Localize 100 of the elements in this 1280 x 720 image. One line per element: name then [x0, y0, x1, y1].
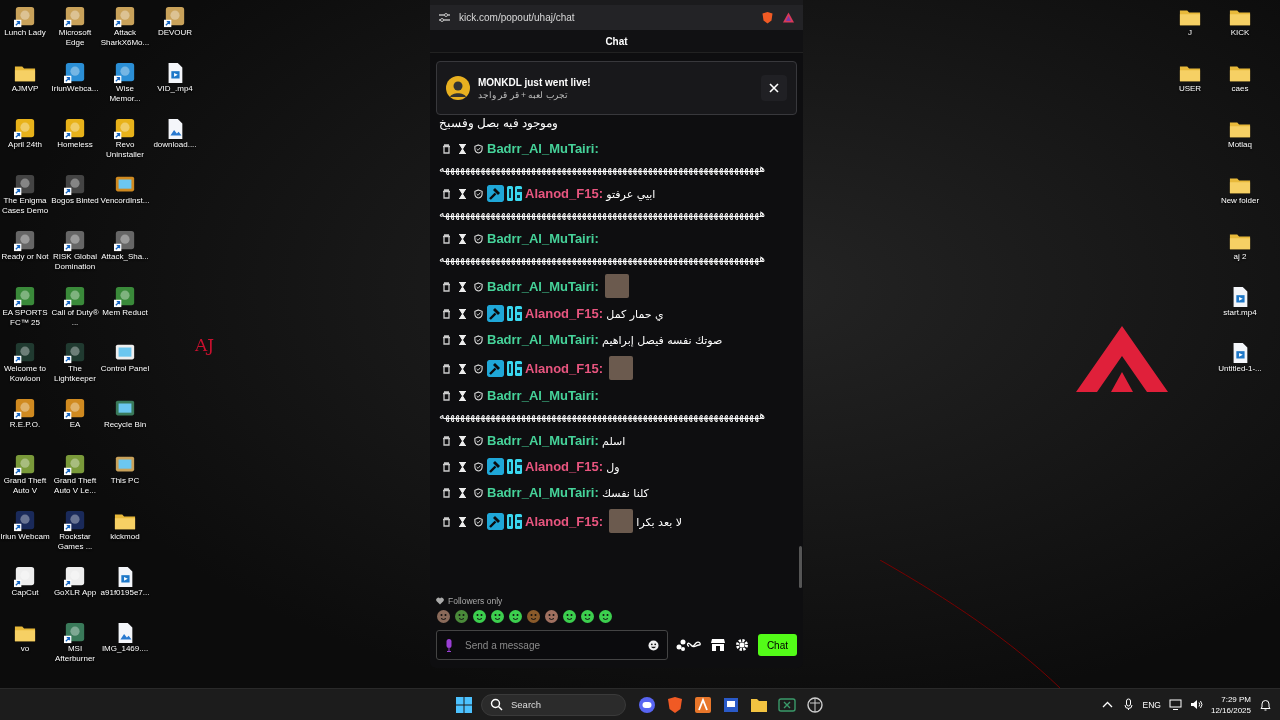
shield-icon[interactable] — [474, 462, 483, 472]
trash-icon[interactable] — [442, 462, 451, 472]
shield-icon[interactable] — [474, 144, 483, 154]
trash-icon[interactable] — [442, 436, 451, 446]
username-link[interactable]: Badrr_Al_MuTairi: — [487, 433, 599, 448]
desktop-icon-label[interactable]: start.mp4 — [1215, 308, 1265, 318]
emote-icon[interactable] — [490, 609, 505, 624]
shield-icon[interactable] — [474, 391, 483, 401]
shield-icon[interactable] — [474, 309, 483, 319]
desktop-icon-label[interactable]: Untitled-1-... — [1215, 364, 1265, 374]
hourglass-icon[interactable] — [458, 144, 467, 154]
hourglass-icon[interactable] — [458, 462, 467, 472]
desktop-icon-label[interactable]: This PC — [100, 476, 150, 486]
desktop-icon-label[interactable]: Bogos Binted — [50, 196, 100, 206]
desktop-icon-label[interactable]: J — [1165, 28, 1215, 38]
points-icon[interactable] — [675, 638, 702, 652]
trash-icon[interactable] — [442, 234, 451, 244]
desktop-icon-label[interactable]: aj 2 — [1215, 252, 1265, 262]
emote-icon[interactable] — [544, 609, 559, 624]
shield-icon[interactable] — [474, 234, 483, 244]
desktop-icon-label[interactable]: Iriun Webcam — [0, 532, 50, 542]
hourglass-icon[interactable] — [458, 335, 467, 345]
shield-icon[interactable] — [474, 282, 483, 292]
desktop-icon-label[interactable]: vo — [0, 644, 50, 654]
desktop-icon-label[interactable]: The Lightkeeper — [50, 364, 100, 384]
trash-icon[interactable] — [442, 364, 451, 374]
chat-send-button[interactable]: Chat — [757, 634, 797, 656]
username-link[interactable]: Alanod_F15: — [525, 514, 603, 529]
username-link[interactable]: Badrr_Al_MuTairi: — [487, 485, 599, 500]
shield-icon[interactable] — [474, 364, 483, 374]
message-input[interactable]: Send a message — [463, 638, 638, 652]
trash-icon[interactable] — [442, 189, 451, 199]
trash-icon[interactable] — [442, 144, 451, 154]
emote-icon[interactable] — [562, 609, 577, 624]
username-link[interactable]: Alanod_F15: — [525, 459, 603, 474]
hourglass-icon[interactable] — [458, 436, 467, 446]
hourglass-icon[interactable] — [458, 391, 467, 401]
monitor-icon[interactable] — [1168, 698, 1182, 711]
hourglass-icon[interactable] — [458, 189, 467, 199]
hourglass-icon[interactable] — [458, 517, 467, 527]
desktop-icon-label[interactable]: Welcome to Kowloon — [0, 364, 50, 384]
hourglass-icon[interactable] — [458, 282, 467, 292]
desktop-icon-label[interactable]: Wise Memor... — [100, 84, 150, 104]
trash-icon[interactable] — [442, 391, 451, 401]
username-link[interactable]: Badrr_Al_MuTairi: — [487, 231, 599, 246]
desktop-icon-label[interactable]: download.... — [150, 140, 200, 150]
username-link[interactable]: Badrr_Al_MuTairi: — [487, 332, 599, 347]
username-link[interactable]: Alanod_F15: — [525, 186, 603, 201]
desktop-icon-label[interactable]: Control Panel — [100, 364, 150, 374]
desktop-icon-label[interactable]: KICK — [1215, 28, 1265, 38]
desktop-icon-label[interactable]: a91f0195e7... — [100, 588, 150, 598]
speaker-icon[interactable] — [1189, 698, 1203, 711]
desktop-icon-label[interactable]: Recycle Bin — [100, 420, 150, 430]
shield-icon[interactable] — [474, 436, 483, 446]
desktop-icon-label[interactable]: New folder — [1215, 196, 1265, 206]
desktop-icon-label[interactable]: Attack SharkX6Mo... — [100, 28, 150, 48]
desktop-icon-label[interactable]: IMG_1469.... — [100, 644, 150, 654]
desktop-icon-label[interactable]: Ready or Not — [0, 252, 50, 262]
username-link[interactable]: Badrr_Al_MuTairi: — [487, 388, 599, 403]
desktop-icon-label[interactable]: GoXLR App — [50, 588, 100, 598]
desktop-icon-label[interactable]: USER — [1165, 84, 1215, 94]
hourglass-icon[interactable] — [458, 488, 467, 498]
desktop-icon-label[interactable]: IriunWebca... — [50, 84, 100, 94]
trash-icon[interactable] — [442, 517, 451, 527]
emote-icon[interactable] — [580, 609, 595, 624]
close-button[interactable] — [761, 75, 787, 101]
desktop-icon-label[interactable]: DEVOUR — [150, 28, 200, 38]
site-settings-icon[interactable] — [438, 11, 451, 24]
shield-icon[interactable] — [474, 335, 483, 345]
desktop-icon-label[interactable]: April 24th — [0, 140, 50, 150]
message-field[interactable]: Send a message — [436, 630, 668, 660]
trash-icon[interactable] — [442, 488, 451, 498]
trash-icon[interactable] — [442, 335, 451, 345]
desktop-icon-label[interactable]: The Enigma Cases Demo — [0, 196, 50, 216]
shield-icon[interactable] — [474, 488, 483, 498]
settings-icon[interactable] — [733, 638, 750, 652]
shield-icon[interactable] — [474, 189, 483, 199]
search-input[interactable]: Search — [509, 698, 613, 711]
emote-icon[interactable] — [508, 609, 523, 624]
username-link[interactable]: Badrr_Al_MuTairi: — [487, 279, 599, 294]
desktop-icon-label[interactable]: Grand Theft Auto V — [0, 476, 50, 496]
desktop-icon-label[interactable]: EA SPORTS FC™ 25 — [0, 308, 50, 328]
desktop-icon-label[interactable]: CapCut — [0, 588, 50, 598]
desktop-icon-label[interactable]: kickmod — [100, 532, 150, 542]
desktop-icon-label[interactable]: Lunch Lady — [0, 28, 50, 38]
desktop-icon-label[interactable]: Homeless — [50, 140, 100, 150]
triangle-icon[interactable] — [782, 11, 795, 24]
emote-icon[interactable] — [436, 609, 451, 624]
desktop-icon-label[interactable]: Call of Duty® ... — [50, 308, 100, 328]
trash-icon[interactable] — [442, 282, 451, 292]
hourglass-icon[interactable] — [458, 234, 467, 244]
emote-icon[interactable] — [598, 609, 613, 624]
desktop-icon-label[interactable]: AJMVP — [0, 84, 50, 94]
desktop-icon-label[interactable]: RISK Global Domination — [50, 252, 100, 272]
bell-icon[interactable] — [1259, 698, 1272, 711]
emote-icon[interactable] — [454, 609, 469, 624]
desktop-icon-label[interactable]: Attack_Sha... — [100, 252, 150, 262]
username-link[interactable]: Alanod_F15: — [525, 306, 603, 321]
trash-icon[interactable] — [442, 309, 451, 319]
language-indicator[interactable]: ENG — [1142, 699, 1161, 710]
